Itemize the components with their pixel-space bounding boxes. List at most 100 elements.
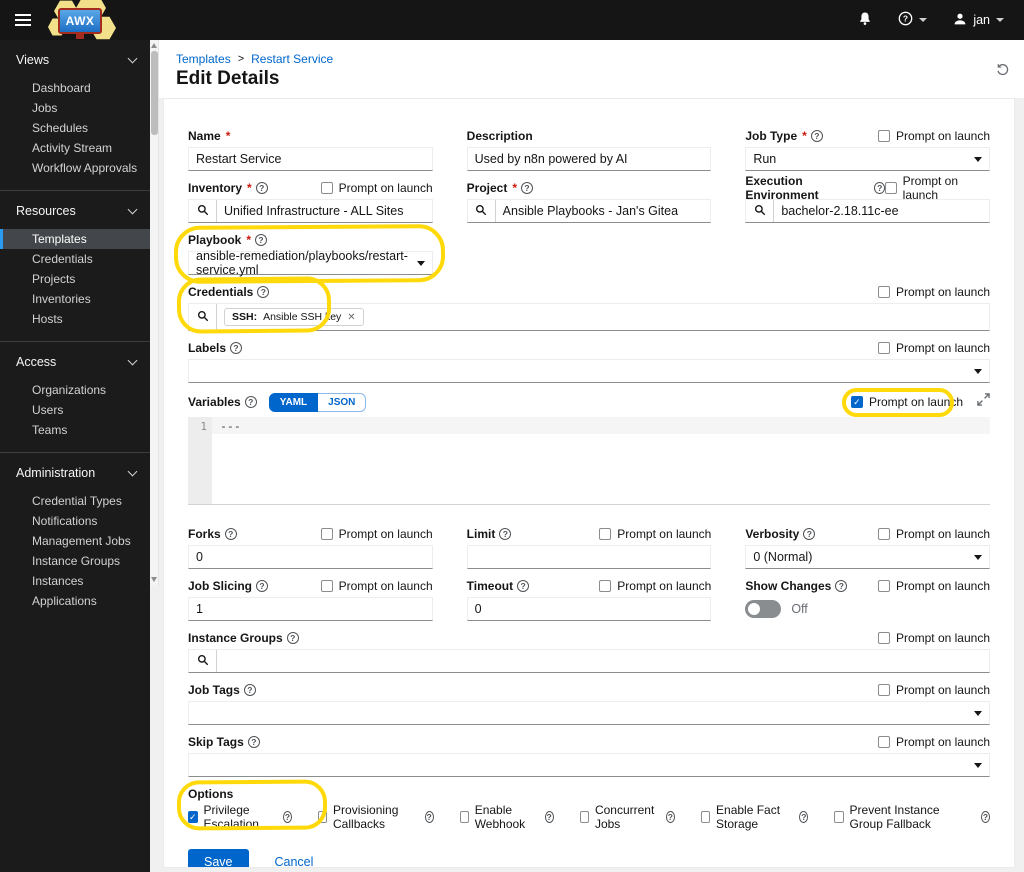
timeout-prompt-checkbox[interactable]: Prompt on launch — [599, 579, 711, 593]
help-icon[interactable] — [517, 580, 530, 592]
sidebar-item-management-jobs[interactable]: Management Jobs — [0, 531, 150, 551]
help-icon[interactable] — [810, 130, 823, 142]
execution-environment-search-button[interactable] — [746, 200, 775, 222]
sidebar-section-access[interactable]: Access — [0, 342, 150, 380]
labels-multiselect[interactable] — [188, 359, 990, 383]
sidebar-item-projects[interactable]: Projects — [0, 269, 150, 289]
job-slicing-prompt-checkbox[interactable]: Prompt on launch — [320, 579, 433, 593]
sidebar-item-credentials[interactable]: Credentials — [0, 249, 150, 269]
instance-groups-search-button[interactable] — [189, 650, 217, 672]
help-icon[interactable] — [255, 182, 268, 194]
help-icon[interactable] — [282, 811, 292, 823]
job-slicing-input[interactable] — [188, 597, 433, 621]
help-icon[interactable] — [256, 580, 269, 592]
instance-groups-lookup[interactable] — [188, 649, 990, 673]
help-icon[interactable] — [521, 182, 534, 194]
breadcrumb-templates-link[interactable]: Templates — [176, 52, 231, 66]
help-menu-button[interactable]: ? — [898, 11, 928, 29]
save-button[interactable]: Save — [188, 849, 249, 867]
help-icon[interactable] — [803, 528, 816, 540]
concurrent-jobs-checkbox[interactable]: Concurrent Jobs — [579, 803, 675, 831]
skip-tags-prompt-checkbox[interactable]: Prompt on launch — [877, 735, 990, 749]
instance-groups-prompt-checkbox[interactable]: Prompt on launch — [877, 631, 990, 645]
enable-webhook-checkbox[interactable]: Enable Webhook — [459, 803, 554, 831]
awx-logo[interactable]: AWX — [46, 0, 116, 40]
skip-tags-multiselect[interactable] — [188, 753, 990, 777]
help-icon[interactable] — [243, 684, 256, 696]
breadcrumb-current-link[interactable]: Restart Service — [251, 52, 333, 66]
sidebar-item-credential-types[interactable]: Credential Types — [0, 491, 150, 511]
prevent-instance-group-fallback-checkbox[interactable]: Prevent Instance Group Fallback — [834, 803, 990, 831]
sidebar-item-schedules[interactable]: Schedules — [0, 118, 150, 138]
enable-fact-storage-checkbox[interactable]: Enable Fact Storage — [700, 803, 809, 831]
help-icon[interactable] — [255, 234, 268, 246]
job-type-prompt-checkbox[interactable]: Prompt on launch — [877, 129, 990, 143]
labels-prompt-checkbox[interactable]: Prompt on launch — [877, 341, 990, 355]
sidebar-item-inventories[interactable]: Inventories — [0, 289, 150, 309]
sidebar-section-views[interactable]: Views — [0, 40, 150, 78]
credentials-search-button[interactable] — [189, 304, 217, 330]
help-icon[interactable] — [544, 811, 554, 823]
inventory-search-button[interactable] — [189, 200, 217, 222]
credentials-prompt-checkbox[interactable]: Prompt on launch — [877, 285, 990, 299]
help-icon[interactable] — [257, 286, 270, 298]
sidebar-item-users[interactable]: Users — [0, 400, 150, 420]
help-icon[interactable] — [286, 632, 299, 644]
name-input[interactable] — [188, 147, 433, 171]
variables-prompt-checkbox[interactable]: Prompt on launch — [850, 395, 963, 409]
show-changes-toggle[interactable] — [745, 600, 782, 618]
history-button[interactable] — [995, 62, 1010, 80]
cancel-button[interactable]: Cancel — [275, 855, 314, 867]
sidebar-item-instances[interactable]: Instances — [0, 571, 150, 591]
job-tags-prompt-checkbox[interactable]: Prompt on launch — [877, 683, 990, 697]
sidebar-item-activity-stream[interactable]: Activity Stream — [0, 138, 150, 158]
credential-chip[interactable]: SSH: Ansible SSH key — [224, 308, 364, 326]
credentials-lookup[interactable]: SSH: Ansible SSH key — [188, 303, 990, 331]
close-icon[interactable] — [347, 312, 355, 323]
help-icon[interactable] — [230, 342, 243, 354]
execution-environment-lookup[interactable]: bachelor-2.18.11c-ee — [745, 199, 990, 223]
limit-prompt-checkbox[interactable]: Prompt on launch — [599, 527, 711, 541]
sidebar-item-applications[interactable]: Applications — [0, 591, 150, 611]
inventory-lookup[interactable]: Unified Infrastructure - ALL Sites — [188, 199, 433, 223]
scrollbar-thumb[interactable] — [151, 51, 158, 135]
json-tab[interactable]: JSON — [318, 392, 367, 412]
help-icon[interactable] — [244, 396, 257, 408]
help-icon[interactable] — [799, 811, 809, 823]
show-changes-prompt-checkbox[interactable]: Prompt on launch — [877, 579, 990, 593]
expand-icon[interactable] — [977, 393, 990, 411]
playbook-select[interactable]: ansible-remediation/playbooks/restart-se… — [188, 249, 433, 277]
help-icon[interactable] — [665, 811, 675, 823]
privilege-escalation-checkbox[interactable]: Privilege Escalation — [188, 803, 292, 831]
help-icon[interactable] — [424, 811, 434, 823]
timeout-input[interactable] — [466, 597, 712, 621]
sidebar-section-resources[interactable]: Resources — [0, 191, 150, 229]
sidebar-item-templates[interactable]: Templates — [0, 229, 150, 249]
help-icon[interactable] — [224, 528, 237, 540]
forks-input[interactable] — [188, 545, 433, 569]
sidebar-item-dashboard[interactable]: Dashboard — [0, 78, 150, 98]
sidebar-item-instance-groups[interactable]: Instance Groups — [0, 551, 150, 571]
help-icon[interactable] — [874, 182, 886, 194]
project-search-button[interactable] — [467, 200, 496, 222]
sidebar-item-jobs[interactable]: Jobs — [0, 98, 150, 118]
project-lookup[interactable]: Ansible Playbooks - Jan's Gitea — [466, 199, 712, 223]
verbosity-select[interactable]: 0 (Normal) — [745, 545, 990, 569]
sidebar-item-hosts[interactable]: Hosts — [0, 309, 150, 329]
sidebar-section-administration[interactable]: Administration — [0, 453, 150, 491]
job-type-select[interactable]: Run — [745, 147, 990, 171]
inventory-prompt-checkbox[interactable]: Prompt on launch — [320, 181, 433, 195]
help-icon[interactable] — [835, 580, 848, 592]
help-icon[interactable] — [980, 811, 990, 823]
vertical-scrollbar[interactable] — [150, 40, 159, 586]
help-icon[interactable] — [247, 736, 260, 748]
provisioning-callbacks-checkbox[interactable]: Provisioning Callbacks — [317, 803, 434, 831]
user-menu-button[interactable]: jan — [953, 12, 1004, 29]
scroll-down-arrow[interactable] — [151, 577, 157, 582]
notifications-bell-button[interactable] — [858, 11, 872, 29]
limit-input[interactable] — [466, 545, 712, 569]
sidebar-item-teams[interactable]: Teams — [0, 420, 150, 440]
sidebar-item-organizations[interactable]: Organizations — [0, 380, 150, 400]
hamburger-menu-icon[interactable] — [0, 0, 46, 40]
job-tags-multiselect[interactable] — [188, 701, 990, 725]
